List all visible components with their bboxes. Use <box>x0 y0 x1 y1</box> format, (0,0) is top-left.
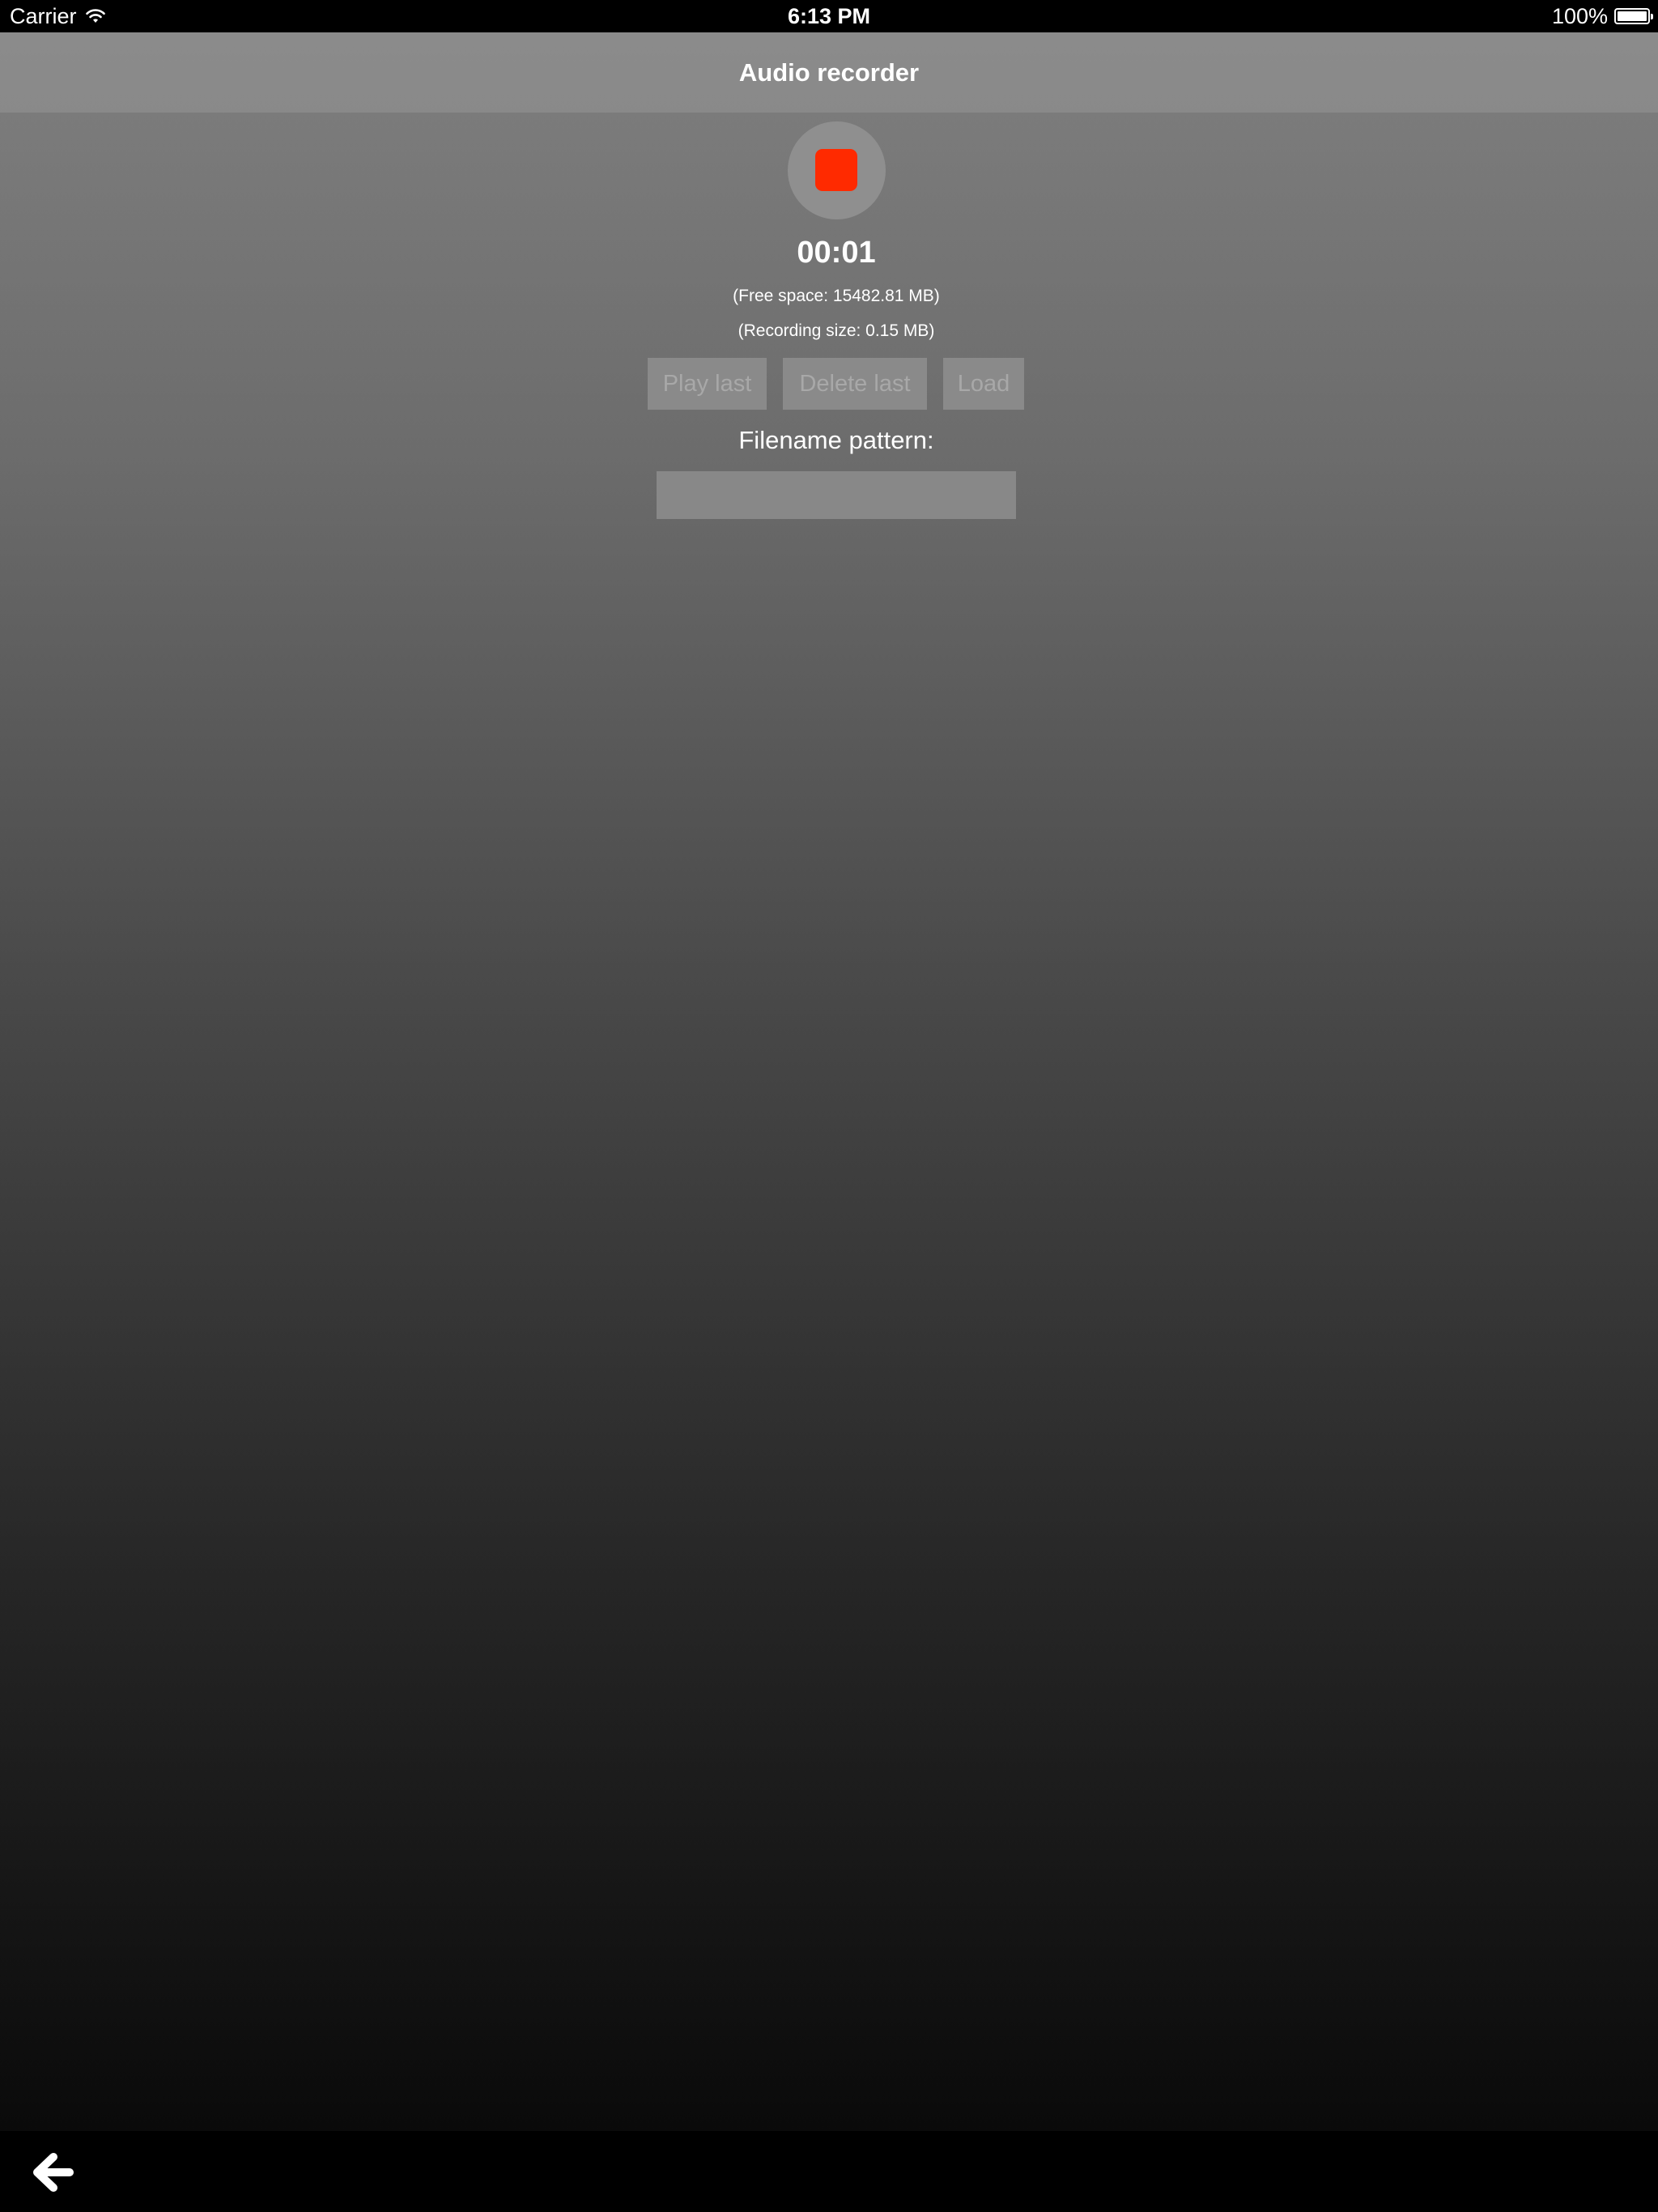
recording-timer: 00:01 <box>797 236 876 270</box>
recording-size-label: (Recording size: 0.15 MB) <box>738 321 935 340</box>
status-time: 6:13 PM <box>787 4 871 28</box>
record-stop-button[interactable] <box>788 121 886 219</box>
status-battery: 100% <box>1551 3 1653 29</box>
navigation-bar: Audio recorder <box>0 32 1658 113</box>
delete-last-button[interactable]: Delete last <box>783 358 927 410</box>
load-button[interactable]: Load <box>943 358 1024 410</box>
back-button[interactable] <box>29 2150 78 2194</box>
filename-pattern-input[interactable] <box>657 471 1016 519</box>
battery-level-fill <box>1618 11 1647 21</box>
battery-tip <box>1651 14 1653 19</box>
battery-percent: 100% <box>1551 4 1608 28</box>
bottom-toolbar <box>0 2131 1658 2212</box>
filename-pattern-label: Filename pattern: <box>738 426 934 454</box>
back-arrow-icon <box>33 2153 74 2192</box>
stop-icon <box>815 149 857 191</box>
page-title: Audio recorder <box>738 58 920 87</box>
status-bar: Carrier 6:13 PM 100% <box>0 0 1658 32</box>
play-last-button[interactable]: Play last <box>648 358 767 410</box>
free-space-label: (Free space: 15482.81 MB) <box>733 287 940 305</box>
battery-icon <box>1614 8 1653 24</box>
